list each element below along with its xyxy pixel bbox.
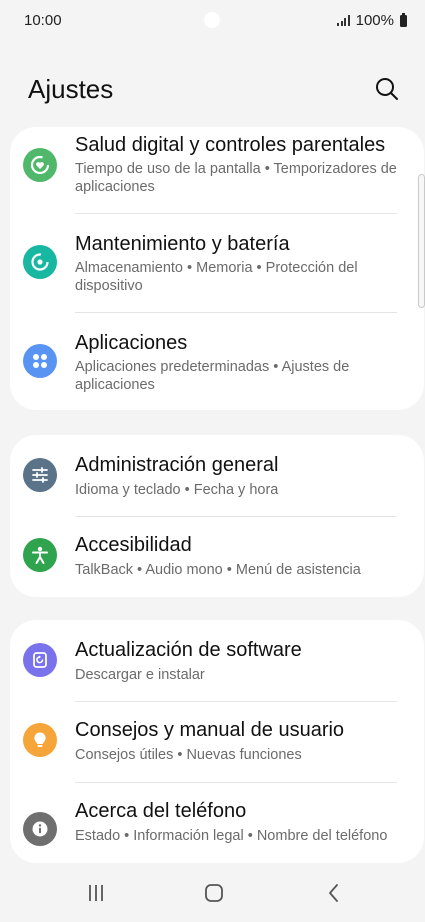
battery-percent: 100% — [355, 12, 394, 29]
signal-icon — [337, 15, 350, 26]
item-subtitle: Idioma y teclado • Fecha y hora — [75, 482, 279, 498]
camera-cutout — [204, 12, 220, 28]
item-subtitle: Consejos útiles • Nuevas funciones — [75, 747, 302, 763]
lightbulb-icon — [23, 723, 57, 757]
item-title: Salud digital y controles parentales — [75, 134, 386, 156]
item-title: Consejos y manual de usuario — [75, 719, 345, 741]
home-button[interactable] — [196, 878, 232, 908]
battery-icon — [400, 12, 407, 27]
settings-group-3: Actualización de software Descargar e in… — [10, 620, 424, 863]
status-time: 10:00 — [24, 12, 62, 29]
settings-item-tips-manual[interactable]: Consejos y manual de usuario Consejos út… — [10, 702, 424, 782]
navigation-bar — [0, 868, 425, 922]
back-button[interactable] — [316, 878, 352, 908]
settings-item-apps[interactable]: Aplicaciones Aplicaciones predeterminada… — [10, 313, 424, 410]
item-subtitle: Estado • Información legal • Nombre del … — [75, 828, 388, 844]
item-subtitle: TalkBack • Audio mono • Menú de asistenc… — [75, 562, 361, 578]
item-subtitle: Tiempo de uso de la pantalla • Temporiza… — [75, 161, 397, 195]
home-icon — [205, 884, 223, 902]
settings-item-about-phone[interactable]: Acerca del teléfono Estado • Información… — [10, 783, 424, 863]
scrollbar[interactable] — [418, 174, 425, 308]
software-update-icon — [23, 643, 57, 677]
settings-item-device-care[interactable]: Mantenimiento y batería Almacenamiento •… — [10, 214, 424, 312]
item-subtitle: Descargar e instalar — [75, 667, 205, 683]
settings-group-2: Administración general Idioma y teclado … — [10, 435, 424, 597]
sliders-icon — [23, 458, 57, 492]
settings-item-general-management[interactable]: Administración general Idioma y teclado … — [10, 435, 424, 516]
status-indicators: 100% — [337, 12, 407, 29]
item-title: Actualización de software — [75, 639, 302, 661]
item-subtitle: Aplicaciones predeterminadas • Ajustes d… — [75, 359, 350, 393]
item-title: Aplicaciones — [75, 332, 188, 354]
info-icon — [23, 812, 57, 846]
status-bar: 10:00 100% — [0, 0, 425, 40]
accessibility-icon — [23, 538, 57, 572]
device-care-icon — [23, 245, 57, 279]
settings-item-software-update[interactable]: Actualización de software Descargar e in… — [10, 620, 424, 701]
settings-group-1: Salud digital y controles parentales Tie… — [10, 127, 424, 410]
item-title: Administración general — [75, 454, 279, 476]
page-title: Ajustes — [28, 74, 114, 104]
digital-wellbeing-icon — [23, 148, 57, 182]
item-subtitle: Almacenamiento • Memoria • Protección de… — [75, 260, 358, 294]
apps-icon — [23, 344, 57, 378]
back-icon — [329, 884, 338, 902]
item-title: Mantenimiento y batería — [75, 233, 290, 255]
settings-item-digital-wellbeing[interactable]: Salud digital y controles parentales Tie… — [10, 127, 424, 213]
recents-button[interactable] — [78, 878, 114, 908]
search-icon — [376, 78, 398, 100]
settings-item-accessibility[interactable]: Accesibilidad TalkBack • Audio mono • Me… — [10, 517, 424, 597]
item-title: Accesibilidad — [75, 534, 192, 556]
item-title: Acerca del teléfono — [75, 800, 247, 822]
search-button[interactable] — [372, 74, 402, 104]
recents-icon — [89, 885, 103, 901]
